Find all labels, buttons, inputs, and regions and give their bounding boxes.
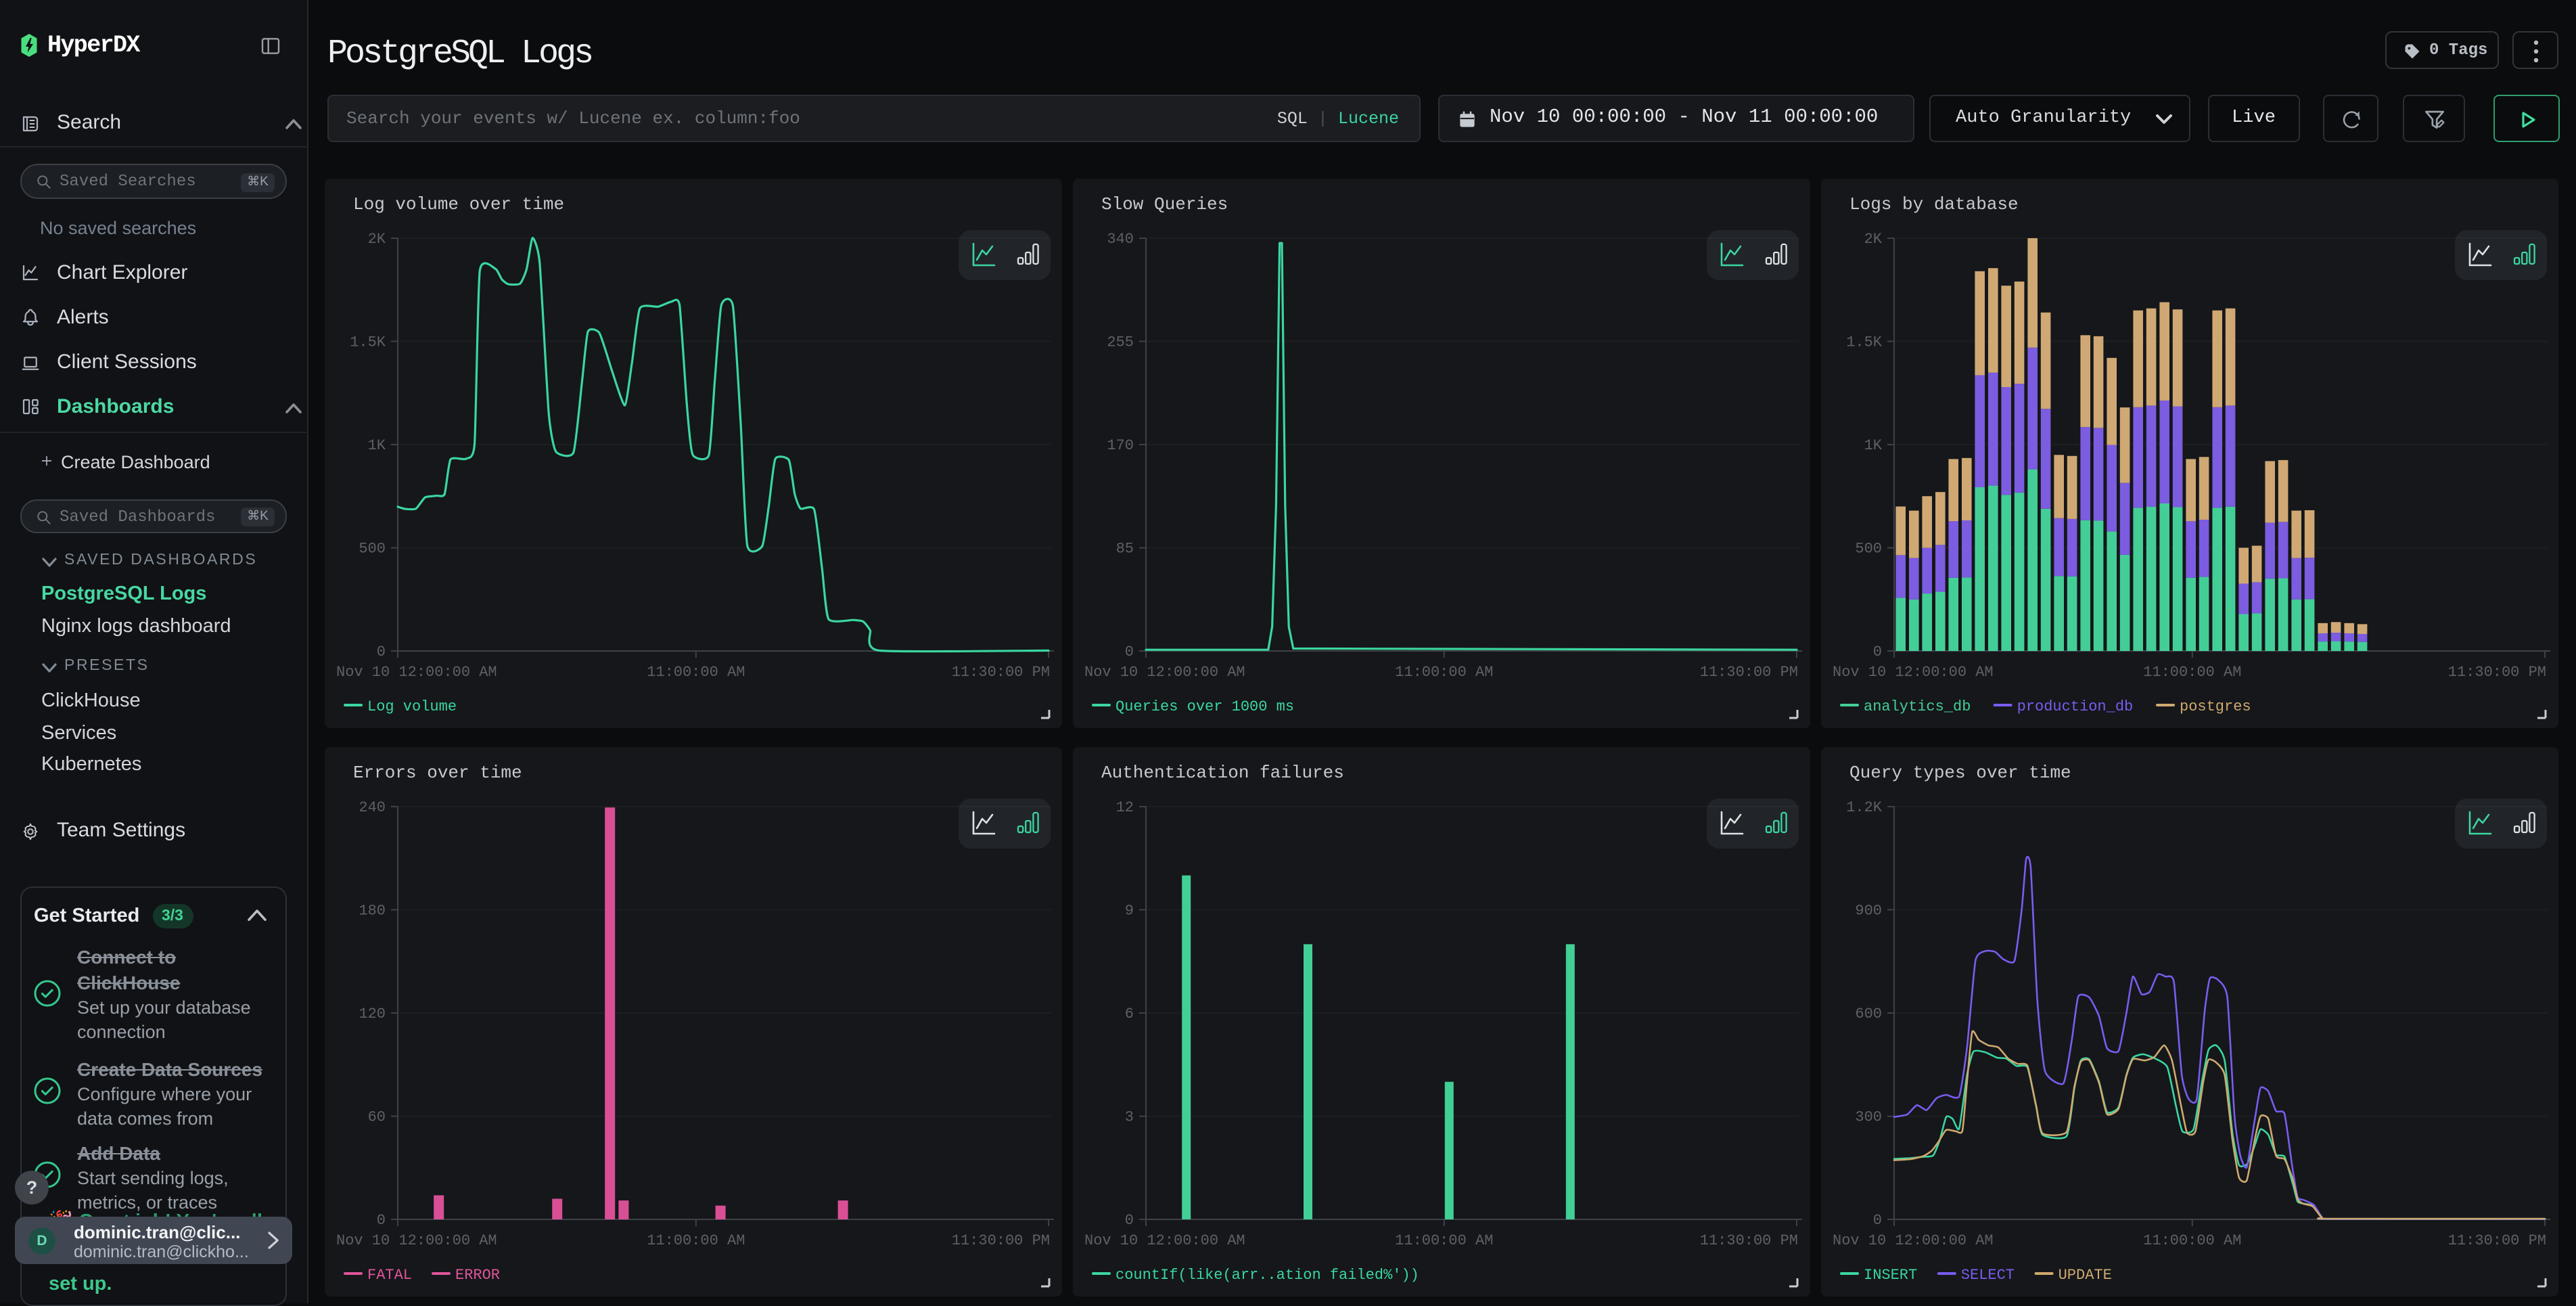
svg-text:0: 0 xyxy=(1873,643,1882,660)
svg-text:1K: 1K xyxy=(368,436,386,453)
svg-text:Log volume over time: Log volume over time xyxy=(353,194,564,214)
svg-text:0: 0 xyxy=(1125,643,1134,660)
svg-text:2K: 2K xyxy=(1864,230,1883,247)
svg-text:Nov 10 12:00:00 AM: Nov 10 12:00:00 AM xyxy=(1084,1232,1245,1249)
svg-text:240: 240 xyxy=(359,799,386,816)
svg-text:12: 12 xyxy=(1116,799,1134,816)
svg-text:60: 60 xyxy=(368,1108,386,1125)
svg-text:UPDATE: UPDATE xyxy=(2058,1267,2112,1284)
svg-text:11:00:00 AM: 11:00:00 AM xyxy=(1395,663,1493,680)
svg-text:11:00:00 AM: 11:00:00 AM xyxy=(1395,1232,1493,1249)
svg-text:Nov 10 12:00:00 AM: Nov 10 12:00:00 AM xyxy=(336,663,497,680)
svg-text:11:00:00 AM: 11:00:00 AM xyxy=(2143,1232,2241,1249)
svg-text:180: 180 xyxy=(359,903,386,920)
svg-text:Query types over time: Query types over time xyxy=(1849,763,2071,783)
svg-text:SELECT: SELECT xyxy=(1961,1267,2015,1284)
svg-text:1.2K: 1.2K xyxy=(1846,799,1883,816)
svg-text:11:30:00 PM: 11:30:00 PM xyxy=(2448,1232,2546,1249)
svg-text:Logs by database: Logs by database xyxy=(1849,194,2019,214)
svg-text:500: 500 xyxy=(1855,539,1882,556)
svg-text:Slow Queries: Slow Queries xyxy=(1101,194,1228,214)
svg-text:Queries over 1000 ms: Queries over 1000 ms xyxy=(1116,698,1294,715)
svg-text:FATAL: FATAL xyxy=(367,1267,412,1284)
svg-text:255: 255 xyxy=(1107,334,1134,351)
svg-text:11:00:00 AM: 11:00:00 AM xyxy=(647,663,745,680)
svg-text:9: 9 xyxy=(1125,903,1134,920)
svg-text:production_db: production_db xyxy=(2017,698,2134,715)
svg-text:Errors over time: Errors over time xyxy=(353,763,522,783)
svg-text:600: 600 xyxy=(1855,1006,1882,1022)
svg-text:1.5K: 1.5K xyxy=(1846,334,1883,351)
svg-text:Log volume: Log volume xyxy=(367,698,457,715)
svg-text:11:00:00 AM: 11:00:00 AM xyxy=(647,1232,745,1249)
svg-text:Nov 10 12:00:00 AM: Nov 10 12:00:00 AM xyxy=(1084,663,1245,680)
svg-text:countIf(like(arr..ation failed: countIf(like(arr..ation failed%')) xyxy=(1116,1267,1419,1284)
svg-text:11:30:00 PM: 11:30:00 PM xyxy=(2448,663,2546,680)
svg-text:300: 300 xyxy=(1855,1108,1882,1125)
svg-text:2K: 2K xyxy=(368,230,386,247)
svg-text:170: 170 xyxy=(1107,436,1134,453)
svg-text:120: 120 xyxy=(359,1006,386,1022)
svg-text:500: 500 xyxy=(359,539,386,556)
svg-text:0: 0 xyxy=(377,643,386,660)
svg-text:ERROR: ERROR xyxy=(455,1267,500,1284)
svg-text:Nov 10 12:00:00 AM: Nov 10 12:00:00 AM xyxy=(336,1232,497,1249)
svg-text:3: 3 xyxy=(1125,1108,1134,1125)
svg-text:85: 85 xyxy=(1116,539,1134,556)
svg-text:11:30:00 PM: 11:30:00 PM xyxy=(952,663,1050,680)
svg-text:postgres: postgres xyxy=(2180,698,2251,715)
svg-text:11:30:00 PM: 11:30:00 PM xyxy=(952,1232,1050,1249)
svg-text:1K: 1K xyxy=(1864,436,1883,453)
svg-text:0: 0 xyxy=(1873,1212,1882,1229)
svg-text:340: 340 xyxy=(1107,230,1134,247)
svg-text:11:30:00 PM: 11:30:00 PM xyxy=(1700,663,1798,680)
svg-text:Nov 10 12:00:00 AM: Nov 10 12:00:00 AM xyxy=(1833,663,1994,680)
svg-text:Authentication failures: Authentication failures xyxy=(1101,763,1344,783)
svg-text:0: 0 xyxy=(1125,1212,1134,1229)
svg-text:0: 0 xyxy=(377,1212,386,1229)
svg-text:1.5K: 1.5K xyxy=(350,334,386,351)
svg-text:Nov 10 12:00:00 AM: Nov 10 12:00:00 AM xyxy=(1833,1232,1994,1249)
svg-text:INSERT: INSERT xyxy=(1864,1267,1917,1284)
svg-text:analytics_db: analytics_db xyxy=(1864,698,1971,715)
svg-text:11:30:00 PM: 11:30:00 PM xyxy=(1700,1232,1798,1249)
svg-text:900: 900 xyxy=(1855,903,1882,920)
svg-text:6: 6 xyxy=(1125,1006,1134,1022)
svg-text:11:00:00 AM: 11:00:00 AM xyxy=(2143,663,2241,680)
